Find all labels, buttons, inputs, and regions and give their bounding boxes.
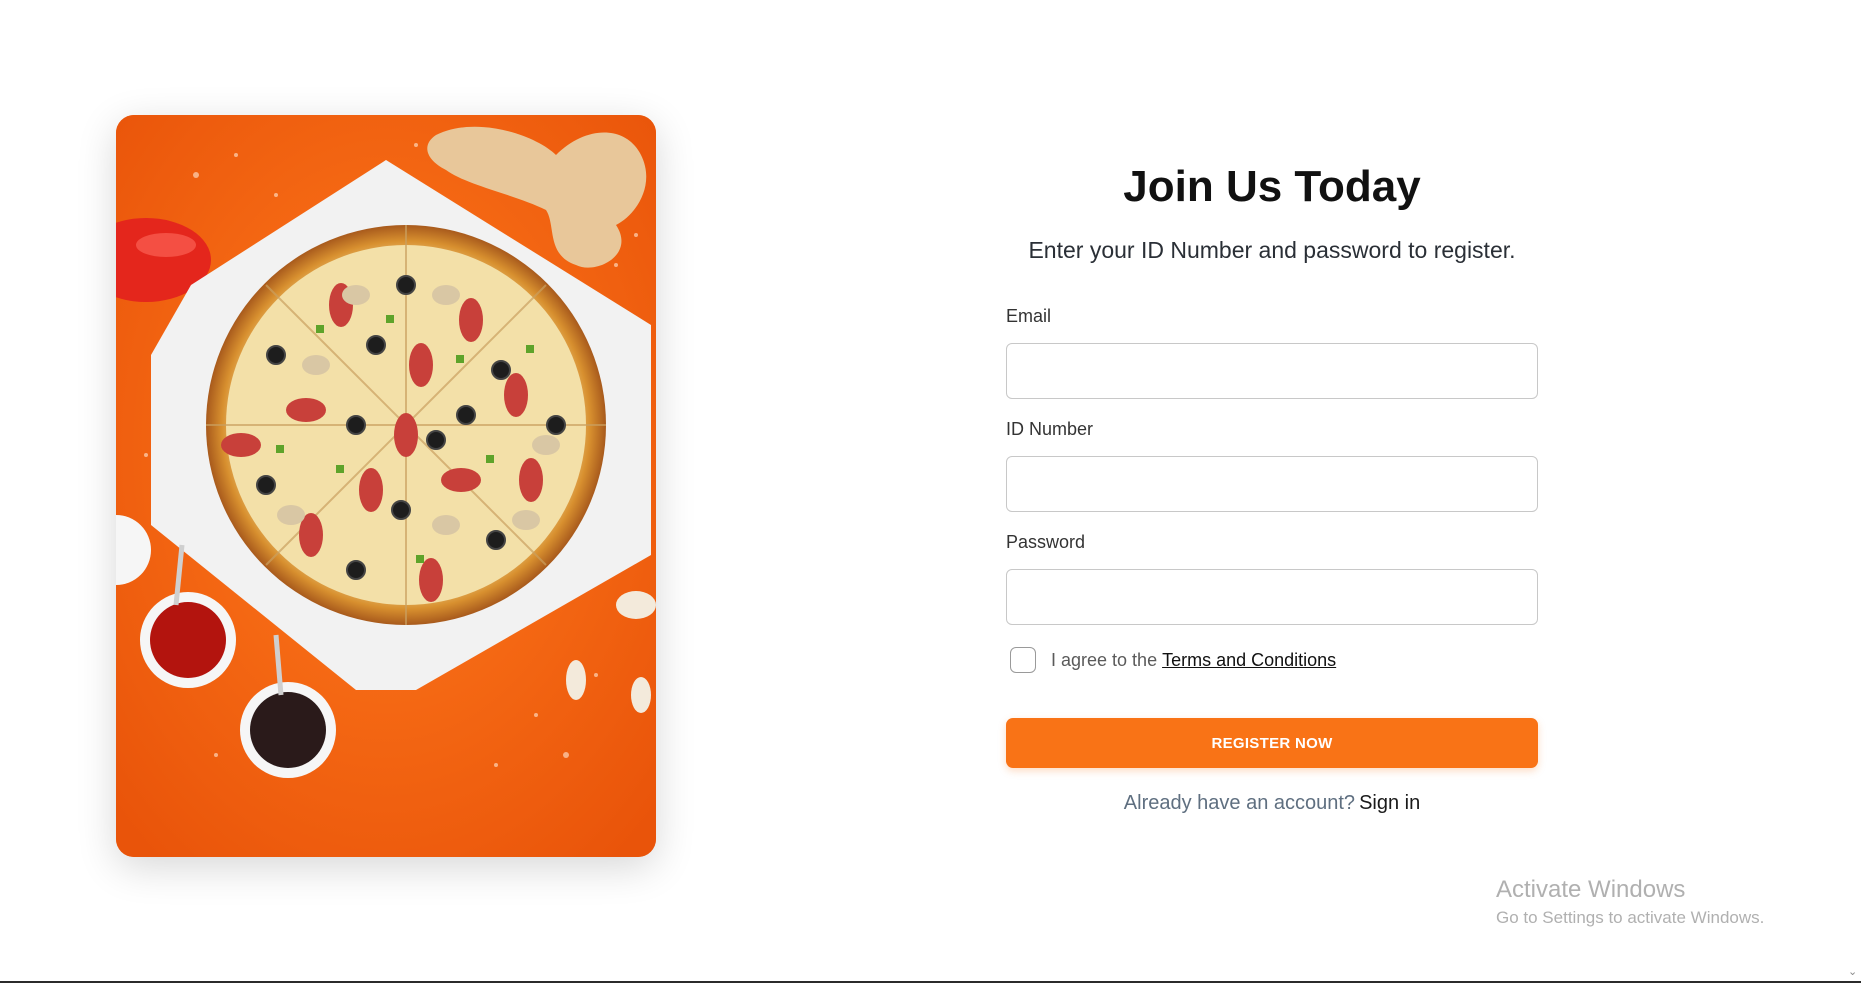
terms-text: I agree to the Terms and Conditions [1051, 650, 1336, 671]
email-label: Email [1006, 306, 1052, 326]
activate-windows-watermark: Activate Windows Go to Settings to activ… [1496, 875, 1764, 931]
email-field[interactable] [1006, 343, 1538, 399]
page-title: Join Us Today [1123, 162, 1421, 211]
id-number-field[interactable] [1006, 456, 1538, 512]
password-label: Password [1006, 532, 1086, 552]
signin-row: Already have an account? Sign in [1006, 792, 1538, 815]
signin-prompt: Already have an account? [1123, 792, 1356, 814]
register-page: Join Us Today Enter your ID Number and p… [0, 0, 1861, 983]
terms-link[interactable]: Terms and Conditions [1162, 650, 1336, 670]
pizza-hero-image [116, 115, 656, 857]
registration-form: Join Us Today Enter your ID Number and p… [1006, 150, 1538, 815]
terms-row: I agree to the Terms and Conditions [1006, 645, 1538, 675]
scroll-down-icon[interactable]: ⌄ [1848, 966, 1857, 978]
id-number-label: ID Number [1006, 419, 1094, 439]
register-button[interactable]: REGISTER NOW [1006, 718, 1538, 768]
terms-checkbox[interactable] [1010, 647, 1036, 673]
password-field[interactable] [1006, 569, 1538, 625]
page-subtitle: Enter your ID Number and password to reg… [1028, 237, 1516, 263]
terms-prefix: I agree to the [1051, 649, 1158, 670]
pizza-photo-illustration [116, 115, 656, 857]
watermark-subtitle: Go to Settings to activate Windows. [1496, 908, 1765, 927]
watermark-title: Activate Windows [1496, 876, 1686, 903]
signin-link[interactable]: Sign in [1359, 792, 1420, 814]
